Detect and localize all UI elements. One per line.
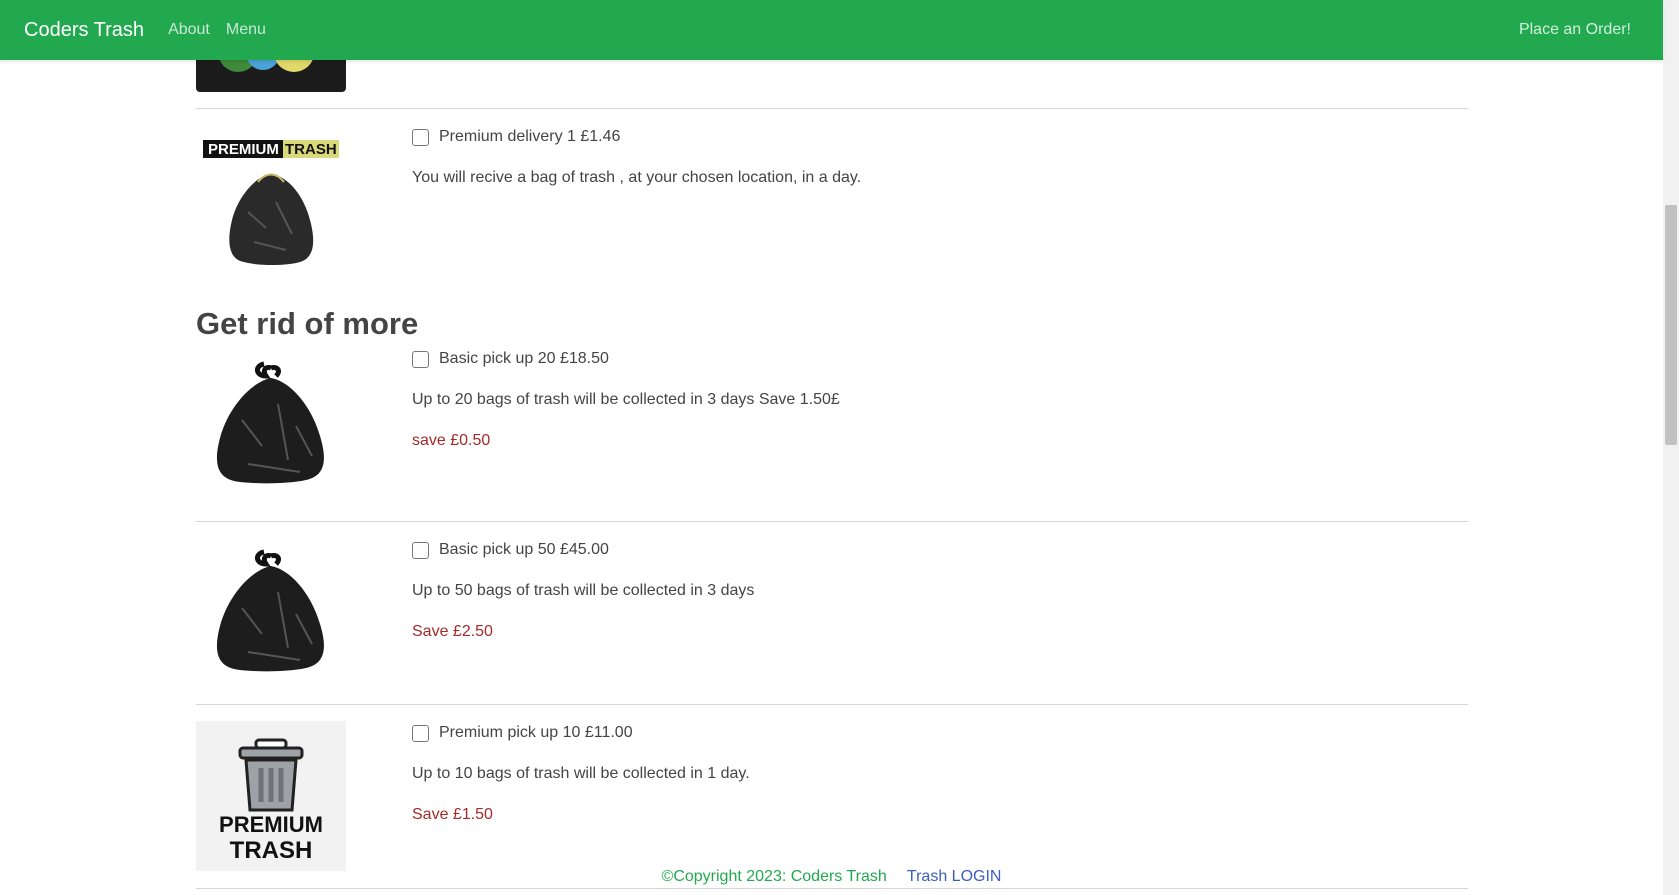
premium-delivery-checkbox[interactable]	[412, 128, 429, 146]
footer: ©Copyright 2023: Coders Trash Trash LOGI…	[0, 868, 1663, 886]
premium-trash-bag-image: PREMIUM TRASH	[196, 127, 346, 277]
divider	[196, 888, 1468, 889]
nav-about-link[interactable]: About	[168, 21, 210, 39]
product-description: Up to 50 bags of trash will be collected…	[412, 582, 755, 599]
copyright-text: ©Copyright 2023: Coders Trash	[661, 868, 887, 885]
product-description: You will recive a bag of trash , at your…	[412, 169, 862, 186]
svg-text:TRASH: TRASH	[285, 141, 337, 158]
basic-50-option[interactable]: Basic pick up 50 £45.00	[412, 541, 754, 559]
product-details: Basic pick up 20 £18.50 Up to 20 bags of…	[412, 350, 840, 450]
product-row-premium-delivery: PREMIUM TRASH Premium delivery 1 £1.46 Y…	[196, 108, 1468, 291]
premium-trash-can-image: PREMIUM TRASH	[196, 721, 346, 871]
product-row-basic-50: Basic pick up 50 £45.00 Up to 50 bags of…	[196, 521, 1468, 704]
basic-20-option[interactable]: Basic pick up 20 £18.50	[412, 350, 840, 368]
savings-text: save £0.50	[412, 432, 491, 449]
product-details: Premium pick up 10 £11.00 Up to 10 bags …	[412, 724, 750, 824]
product-row-basic-20: Basic pick up 20 £18.50 Up to 20 bags of…	[196, 350, 1468, 500]
top-navbar: Coders Trash About Menu Place an Order!	[0, 0, 1663, 60]
product-details: Basic pick up 50 £45.00 Up to 50 bags of…	[412, 541, 754, 641]
savings-text: Save £1.50	[412, 806, 493, 823]
section-title: Get rid of more	[196, 306, 419, 341]
option-label: Premium delivery 1 £1.46	[439, 128, 621, 145]
product-description: Up to 20 bags of trash will be collected…	[412, 391, 840, 408]
black-trash-bag-icon	[196, 350, 346, 500]
product-details: Premium delivery 1 £1.46 You will recive…	[412, 128, 861, 187]
product-description: Up to 10 bags of trash will be collected…	[412, 765, 750, 782]
svg-text:PREMIUM: PREMIUM	[208, 141, 279, 158]
basic-20-checkbox[interactable]	[412, 350, 429, 368]
option-label: Premium pick up 10 £11.00	[439, 724, 633, 741]
premium-10-option[interactable]: Premium pick up 10 £11.00	[412, 724, 750, 742]
premium-delivery-option[interactable]: Premium delivery 1 £1.46	[412, 128, 861, 146]
page-scrollbar[interactable]	[1663, 0, 1679, 895]
svg-text:TRASH: TRASH	[230, 837, 313, 864]
premium-10-checkbox[interactable]	[412, 724, 429, 742]
brand-link[interactable]: Coders Trash	[24, 19, 144, 42]
product-row-premium-10: PREMIUM TRASH Premium pick up 10 £11.00 …	[196, 704, 1468, 888]
place-order-link[interactable]: Place an Order!	[1519, 21, 1631, 39]
trash-login-link[interactable]: Trash LOGIN	[907, 868, 1002, 885]
black-trash-bag-icon	[196, 538, 346, 688]
option-label: Basic pick up 50 £45.00	[439, 541, 609, 558]
svg-text:PREMIUM: PREMIUM	[219, 812, 323, 837]
savings-text: Save £2.50	[412, 623, 493, 640]
basic-50-checkbox[interactable]	[412, 541, 429, 559]
option-label: Basic pick up 20 £18.50	[439, 350, 609, 367]
nav-menu-link[interactable]: Menu	[226, 21, 266, 39]
scrollbar-thumb[interactable]	[1665, 205, 1677, 445]
